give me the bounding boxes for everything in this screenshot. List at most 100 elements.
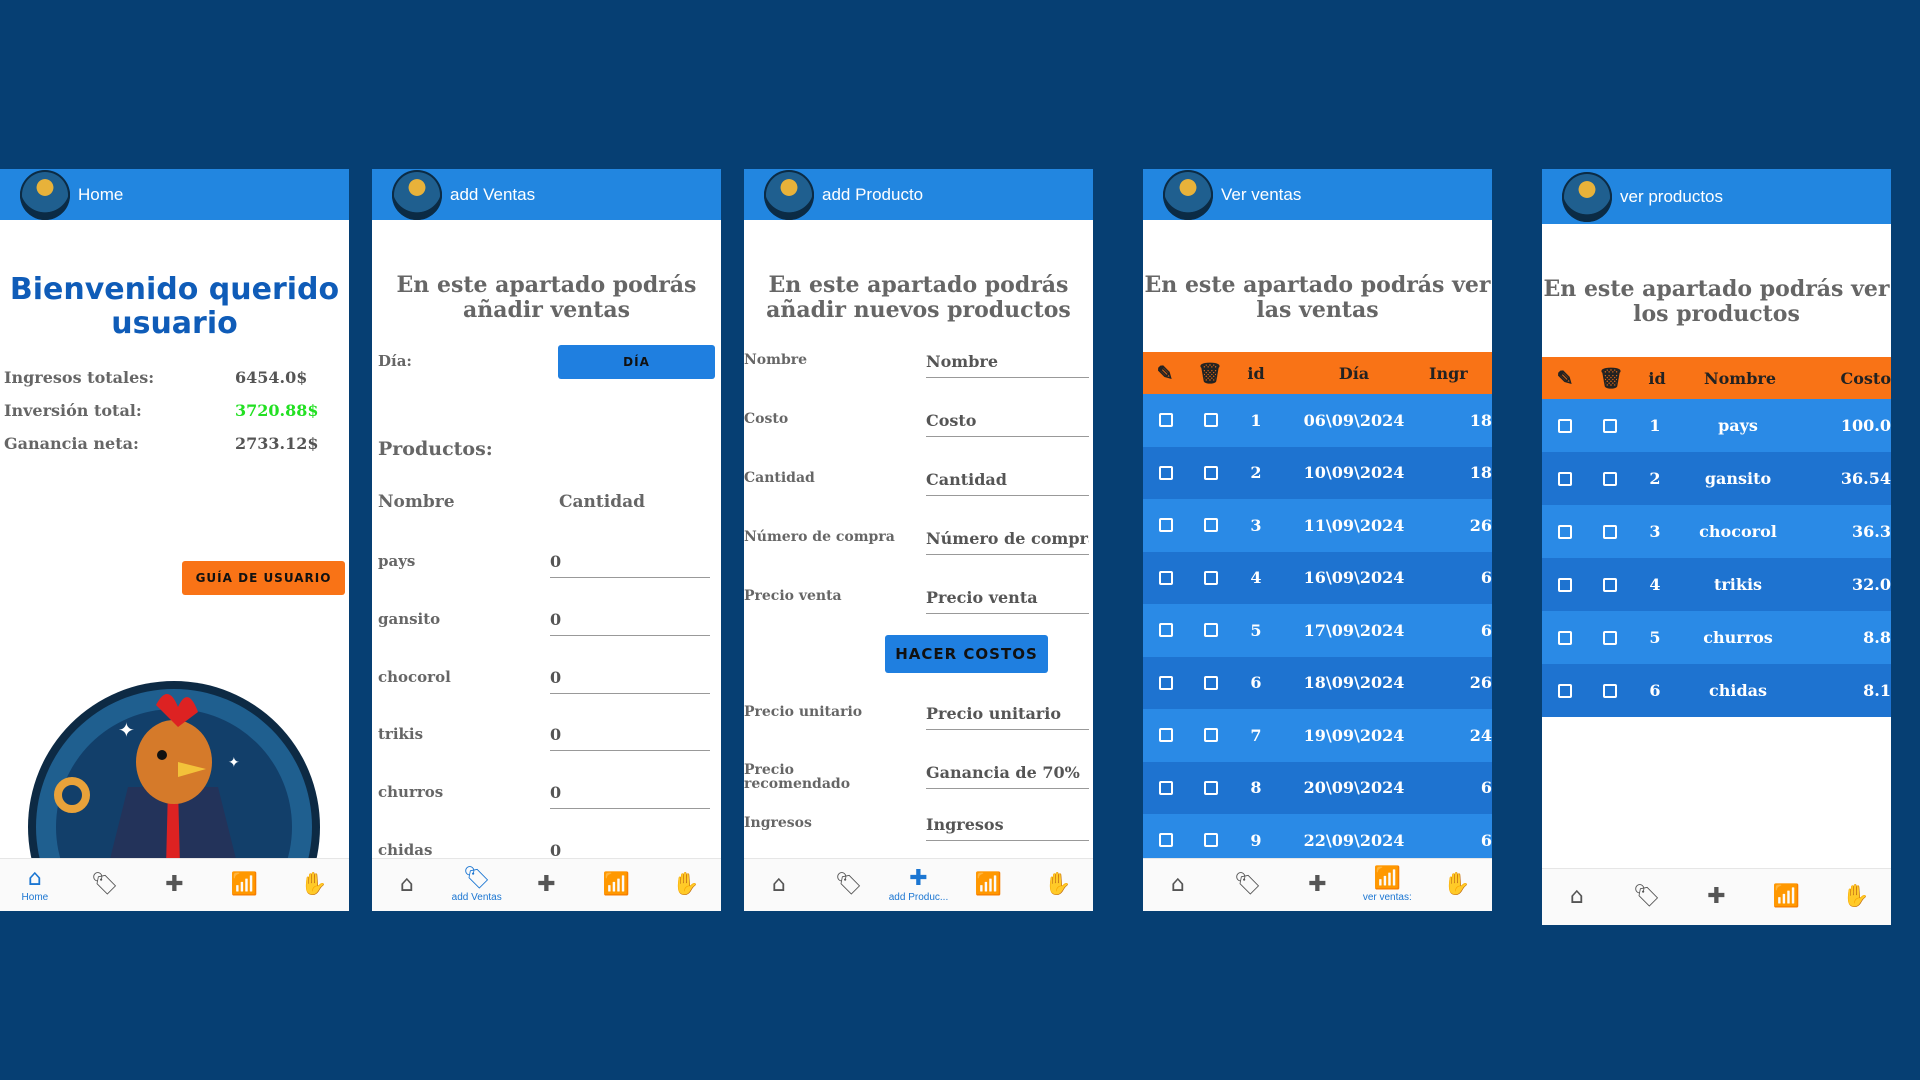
user-guide-button[interactable]: GUÍA DE USUARIO [182, 561, 345, 595]
table-row[interactable]: 3 chocorol 36.3 [1542, 505, 1891, 558]
delete-checkbox[interactable] [1189, 518, 1233, 533]
avatar[interactable] [1163, 169, 1213, 220]
quantity-input[interactable]: 0 [550, 783, 710, 809]
dia-button[interactable]: DÍA [558, 345, 715, 379]
nav-ver-ventas[interactable]: 📶 [1751, 869, 1821, 925]
table-row[interactable]: 6 chidas 8.1 [1542, 664, 1891, 717]
delete-checkbox[interactable] [1189, 570, 1233, 585]
avatar[interactable] [1562, 171, 1612, 222]
nav-ver-productos[interactable]: ✋ [1821, 869, 1891, 925]
precio-venta-input[interactable]: Precio venta [926, 588, 1089, 614]
quantity-input[interactable]: 0 [550, 668, 710, 694]
edit-checkbox[interactable] [1542, 471, 1588, 486]
table-row[interactable]: 4 16\09\2024 6 [1143, 551, 1492, 604]
nav-ver-ventas[interactable]: 📶 [581, 859, 651, 911]
app-bar: add Producto [744, 169, 1093, 220]
nombre-input[interactable]: Nombre [926, 352, 1089, 378]
chart-icon: 📶 [602, 872, 630, 897]
delete-checkbox[interactable] [1189, 833, 1233, 848]
checkbox-icon [1603, 630, 1617, 645]
edit-checkbox[interactable] [1542, 683, 1588, 698]
nav-ventas[interactable]: 🏷 [70, 859, 140, 911]
avatar[interactable] [764, 169, 814, 220]
delete-checkbox[interactable] [1588, 524, 1632, 539]
table-row[interactable]: 1 pays 100.0 [1542, 399, 1891, 452]
nav-producto[interactable]: ✚ [140, 859, 210, 911]
edit-checkbox[interactable] [1143, 465, 1189, 480]
product-name: trikis [378, 725, 424, 743]
table-row[interactable]: 6 18\09\2024 26 [1143, 656, 1492, 709]
table-row[interactable]: 3 11\09\2024 26 [1143, 499, 1492, 552]
edit-checkbox[interactable] [1143, 833, 1189, 848]
edit-checkbox[interactable] [1542, 524, 1588, 539]
trash-icon[interactable]: 🗑 [1588, 366, 1634, 390]
nav-ver-productos[interactable]: ✋ [279, 859, 349, 911]
nav-producto[interactable]: ✚ [1283, 859, 1353, 911]
nav-ver-productos[interactable]: ✋ [1422, 859, 1492, 911]
nav-producto[interactable]: ✚ [1682, 869, 1752, 925]
quantity-input[interactable]: 0 [550, 610, 710, 636]
table-row[interactable]: 5 churros 8.8 [1542, 611, 1891, 664]
nav-ver-ventas[interactable]: 📶 [953, 859, 1023, 911]
delete-checkbox[interactable] [1588, 577, 1632, 592]
numero-compra-input[interactable]: Número de compra [926, 529, 1089, 555]
nav-ventas[interactable]: 🏷 add Ventas [442, 859, 512, 911]
edit-checkbox[interactable] [1143, 728, 1189, 743]
table-row[interactable]: 8 20\09\2024 6 [1143, 761, 1492, 814]
delete-checkbox[interactable] [1588, 630, 1632, 645]
edit-checkbox[interactable] [1143, 518, 1189, 533]
edit-checkbox[interactable] [1143, 413, 1189, 428]
table-row[interactable]: 2 10\09\2024 18 [1143, 446, 1492, 499]
delete-checkbox[interactable] [1588, 471, 1632, 486]
edit-checkbox[interactable] [1143, 675, 1189, 690]
table-row[interactable]: 5 17\09\2024 6 [1143, 604, 1492, 657]
nav-ventas[interactable]: 🏷 [814, 859, 884, 911]
edit-checkbox[interactable] [1542, 418, 1588, 433]
costo-input[interactable]: Costo [926, 411, 1089, 437]
screen-home: Home Bienvenido querido usuario Ingresos… [0, 169, 349, 911]
edit-checkbox[interactable] [1143, 780, 1189, 795]
delete-checkbox[interactable] [1588, 683, 1632, 698]
nav-producto[interactable]: ✚ add Produc... [884, 859, 954, 911]
delete-checkbox[interactable] [1189, 413, 1233, 428]
avatar[interactable] [20, 169, 70, 220]
hacer-costos-button[interactable]: HACER COSTOS [885, 635, 1048, 673]
nav-ver-ventas[interactable]: 📶 ver ventas: [1352, 859, 1422, 911]
cell-nombre: chocorol [1699, 522, 1777, 541]
nav-home[interactable]: ⌂ [744, 859, 814, 911]
table-row[interactable]: 7 19\09\2024 24 [1143, 709, 1492, 762]
delete-checkbox[interactable] [1189, 623, 1233, 638]
nav-home[interactable]: ⌂ [1542, 869, 1612, 925]
nav-home[interactable]: ⌂ [372, 859, 442, 911]
edit-checkbox[interactable] [1542, 630, 1588, 645]
delete-checkbox[interactable] [1189, 728, 1233, 743]
app-bar: Ver ventas [1143, 169, 1492, 220]
delete-checkbox[interactable] [1189, 780, 1233, 795]
trash-icon[interactable]: 🗑 [1187, 361, 1233, 385]
nav-home[interactable]: ⌂ Home [0, 859, 70, 911]
delete-checkbox[interactable] [1189, 465, 1233, 480]
edit-icon[interactable]: ✎ [1542, 366, 1588, 390]
delete-checkbox[interactable] [1189, 675, 1233, 690]
nav-ver-ventas[interactable]: 📶 [209, 859, 279, 911]
table-row[interactable]: 2 gansito 36.54 [1542, 452, 1891, 505]
edit-checkbox[interactable] [1143, 623, 1189, 638]
table-row[interactable]: 4 trikis 32.0 [1542, 558, 1891, 611]
delete-checkbox[interactable] [1588, 418, 1632, 433]
col-id: id [1247, 363, 1265, 383]
nav-ver-productos[interactable]: ✋ [651, 859, 721, 911]
nav-ver-productos[interactable]: ✋ [1023, 859, 1093, 911]
edit-checkbox[interactable] [1143, 570, 1189, 585]
nav-producto[interactable]: ✚ [512, 859, 582, 911]
cantidad-input[interactable]: Cantidad [926, 470, 1089, 496]
quantity-input[interactable]: 0 [550, 552, 710, 578]
table-row[interactable]: 1 06\09\2024 18 [1143, 394, 1492, 447]
avatar[interactable] [392, 169, 442, 220]
nav-ventas[interactable]: 🏷 [1612, 869, 1682, 925]
nav-home[interactable]: ⌂ [1143, 859, 1213, 911]
edit-checkbox[interactable] [1542, 577, 1588, 592]
ganancia-value: 2733.12$ [235, 434, 319, 453]
edit-icon[interactable]: ✎ [1143, 361, 1187, 385]
nav-ventas[interactable]: 🏷 [1213, 859, 1283, 911]
quantity-input[interactable]: 0 [550, 725, 710, 751]
